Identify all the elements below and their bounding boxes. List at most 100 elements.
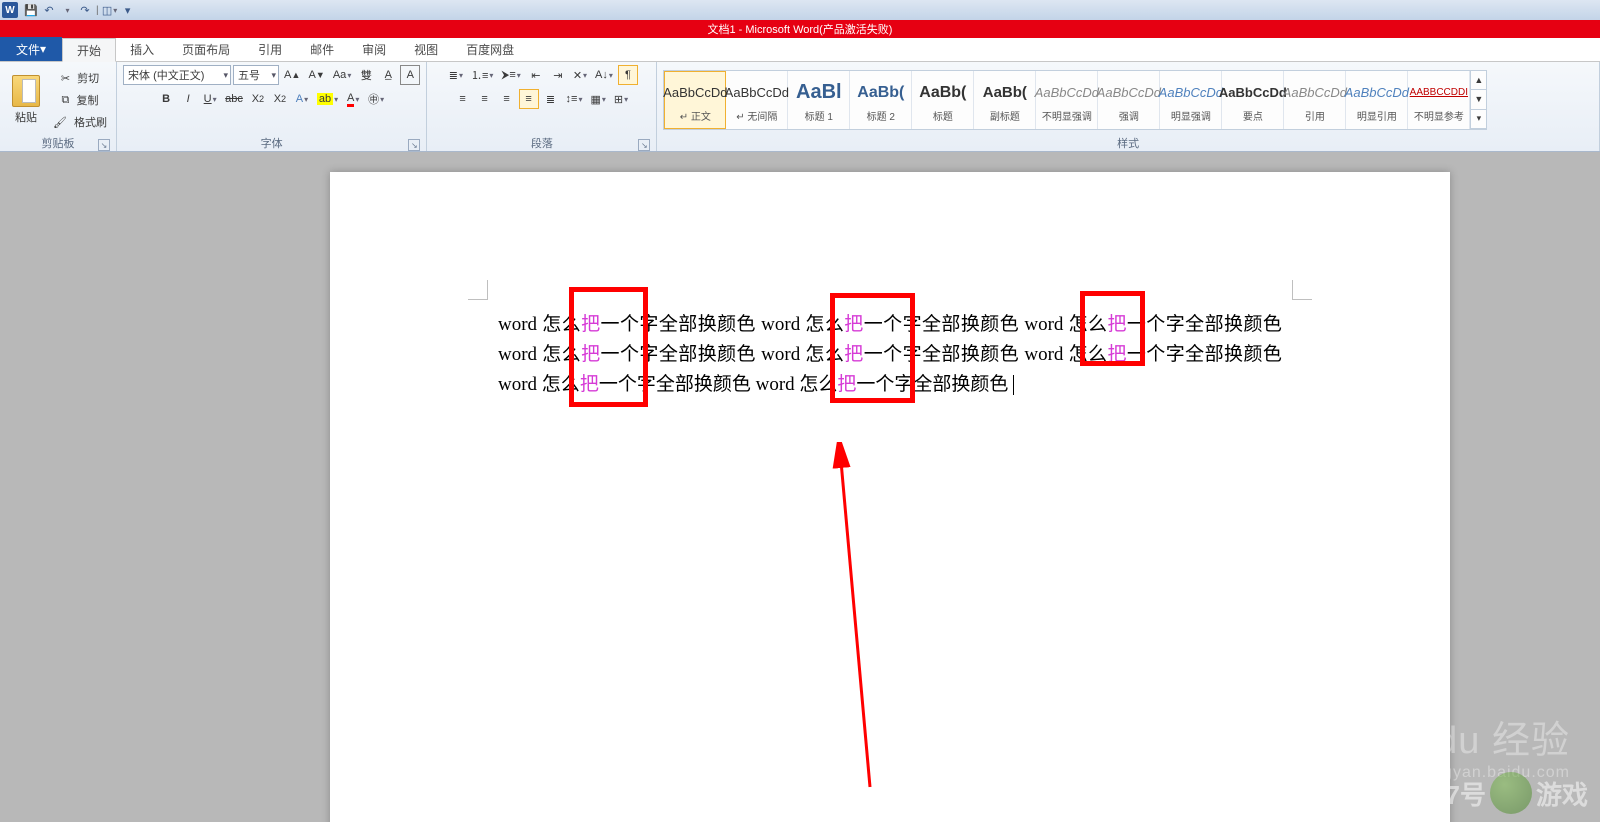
clipboard-dialog-launcher[interactable]: ↘ (98, 139, 110, 151)
layout-tab[interactable]: 页面布局 (168, 37, 244, 61)
distribute-button[interactable]: ≣ (541, 89, 561, 109)
italic-button[interactable]: I (178, 89, 198, 109)
subscript-button[interactable]: X2 (248, 89, 268, 109)
change-case-button[interactable]: Aa (330, 65, 354, 85)
review-tab[interactable]: 审阅 (348, 37, 400, 61)
style-item-0[interactable]: AaBbCcDd↵ 正文 (664, 71, 726, 129)
style-item-7[interactable]: AaBbCcDd强调 (1098, 71, 1160, 129)
style-item-3[interactable]: AaBb(标题 2 (850, 71, 912, 129)
clipboard-group: 粘贴 ✂ 剪切 ⧉ 复制 🖌 格式刷 剪贴板↘ (0, 62, 117, 151)
char-border-button[interactable]: A̲ (378, 65, 398, 85)
style-name: 明显强调 (1171, 108, 1211, 123)
superscript-button[interactable]: X2 (270, 89, 290, 109)
style-item-8[interactable]: AaBbCcDd明显强调 (1160, 71, 1222, 129)
style-item-1[interactable]: AaBbCcDd↵ 无间隔 (726, 71, 788, 129)
gallery-ctrl-btn[interactable]: ▾ (1471, 110, 1486, 129)
decrease-indent-button[interactable]: ⇤ (526, 65, 546, 85)
highlighted-char: 把 (844, 344, 863, 365)
align-center-button[interactable]: ≡ (475, 89, 495, 109)
style-item-11[interactable]: AaBbCcDd明显引用 (1346, 71, 1408, 129)
font-dialog-launcher[interactable]: ↘ (408, 139, 420, 151)
align-left-button[interactable]: ≡ (453, 89, 473, 109)
style-name: 标题 2 (867, 108, 895, 123)
style-preview: AaBbCcDd (663, 78, 727, 108)
format-painter-button[interactable]: 🖌 格式刷 (50, 112, 110, 132)
gallery-scroll[interactable]: ▲▼▾ (1470, 71, 1486, 129)
style-preview: AaBbCcDd (1159, 78, 1223, 108)
grow-font-button[interactable]: A▲ (281, 65, 303, 85)
font-size-select[interactable]: 五号 (233, 65, 279, 85)
insert-tab[interactable]: 插入 (116, 37, 168, 61)
style-preview: AABBCCDDI (1410, 78, 1468, 108)
copy-button[interactable]: ⧉ 复制 (50, 90, 110, 110)
page[interactable]: word 怎么把一个字全部换颜色 word 怎么把一个字全部换颜色 word 怎… (330, 172, 1450, 822)
text-cursor (1013, 375, 1014, 395)
home-tab[interactable]: 开始 (62, 38, 116, 62)
increase-indent-button[interactable]: ⇥ (548, 65, 568, 85)
style-name: 标题 (933, 108, 953, 123)
style-item-4[interactable]: AaBb(标题 (912, 71, 974, 129)
style-item-6[interactable]: AaBbCcDd不明显强调 (1036, 71, 1098, 129)
multilevel-button[interactable]: ⮞≡ (498, 65, 523, 85)
brush-icon: 🖌 (53, 116, 67, 129)
undo-icon[interactable]: ↶ (40, 2, 58, 18)
enclose-char-button[interactable]: ㊥ (365, 89, 387, 109)
line-spacing-button[interactable]: ↕≡ (563, 89, 586, 109)
view-tab[interactable]: 视图 (400, 37, 452, 61)
references-tab[interactable]: 引用 (244, 37, 296, 61)
text-effects-button[interactable]: A (292, 89, 312, 109)
phonetic-guide-button[interactable]: 雙 (356, 65, 376, 85)
align-right-button[interactable]: ≡ (497, 89, 517, 109)
highlighted-char: 把 (844, 314, 863, 335)
style-item-5[interactable]: AaBb(副标题 (974, 71, 1036, 129)
qat-customize[interactable]: ◫ (101, 2, 119, 18)
qat-separator: | (96, 5, 99, 16)
font-color-button[interactable]: A (343, 89, 363, 109)
gallery-ctrl-btn[interactable]: ▼ (1471, 90, 1486, 109)
asian-layout-button[interactable]: ✕ (570, 65, 590, 85)
style-name: 不明显参考 (1414, 108, 1464, 123)
shading-button[interactable]: ▦ (587, 89, 608, 109)
style-name: 副标题 (990, 108, 1020, 123)
font-name-select[interactable]: 宋体 (中文正文) (123, 65, 231, 85)
highlight-button[interactable]: ab (314, 89, 341, 109)
paste-button[interactable]: 粘贴 (6, 75, 46, 125)
undo-dropdown[interactable] (58, 2, 76, 18)
redo-icon[interactable]: ↷ (76, 2, 94, 18)
paragraph-dialog-launcher[interactable]: ↘ (638, 139, 650, 151)
style-preview: AaBb( (983, 78, 1027, 108)
qat-more[interactable]: ▾ (119, 2, 137, 18)
ribbon-tabs: 文件 ▾ 开始 插入 页面布局 引用 邮件 审阅 视图 百度网盘 (0, 38, 1600, 62)
cut-button[interactable]: ✂ 剪切 (50, 68, 110, 88)
show-marks-button[interactable]: ¶ (618, 65, 638, 85)
style-item-2[interactable]: AaBl标题 1 (788, 71, 850, 129)
style-item-9[interactable]: AaBbCcDd要点 (1222, 71, 1284, 129)
style-preview: AaBbCcDd (1219, 78, 1287, 108)
style-preview: AaBbCcDd (1097, 78, 1161, 108)
char-shading-button[interactable]: A (400, 65, 420, 85)
justify-button[interactable]: ≡ (519, 89, 539, 109)
ribbon: 粘贴 ✂ 剪切 ⧉ 复制 🖌 格式刷 剪贴板↘ 宋体 (中文正文) 五号 A▲ … (0, 62, 1600, 152)
sort-button[interactable]: A↓ (592, 65, 616, 85)
underline-button[interactable]: U (200, 89, 220, 109)
file-tab[interactable]: 文件 ▾ (0, 37, 62, 61)
copy-icon: ⧉ (62, 94, 70, 107)
bold-button[interactable]: B (156, 89, 176, 109)
highlighted-char: 把 (837, 374, 856, 395)
mailings-tab[interactable]: 邮件 (296, 37, 348, 61)
bullets-button[interactable]: ≣ (446, 65, 466, 85)
style-item-12[interactable]: AABBCCDDI不明显参考 (1408, 71, 1470, 129)
document-text[interactable]: word 怎么把一个字全部换颜色 word 怎么把一个字全部换颜色 word 怎… (498, 310, 1282, 400)
strikethrough-button[interactable]: abc (222, 89, 246, 109)
borders-button[interactable]: ⊞ (611, 89, 631, 109)
shrink-font-button[interactable]: A▼ (305, 65, 327, 85)
styles-group: AaBbCcDd↵ 正文AaBbCcDd↵ 无间隔AaBl标题 1AaBb(标题… (657, 62, 1600, 151)
paragraph-group-label: 段落↘ (433, 135, 650, 151)
baidu-tab[interactable]: 百度网盘 (452, 37, 528, 61)
numbering-button[interactable]: ⒈≡ (468, 65, 496, 85)
save-icon[interactable]: 💾 (22, 2, 40, 18)
document-area[interactable]: word 怎么把一个字全部换颜色 word 怎么把一个字全部换颜色 word 怎… (0, 152, 1600, 822)
window-title: 文档1 - Microsoft Word(产品激活失败) (0, 20, 1600, 38)
gallery-ctrl-btn[interactable]: ▲ (1471, 71, 1486, 90)
style-item-10[interactable]: AaBbCcDd引用 (1284, 71, 1346, 129)
